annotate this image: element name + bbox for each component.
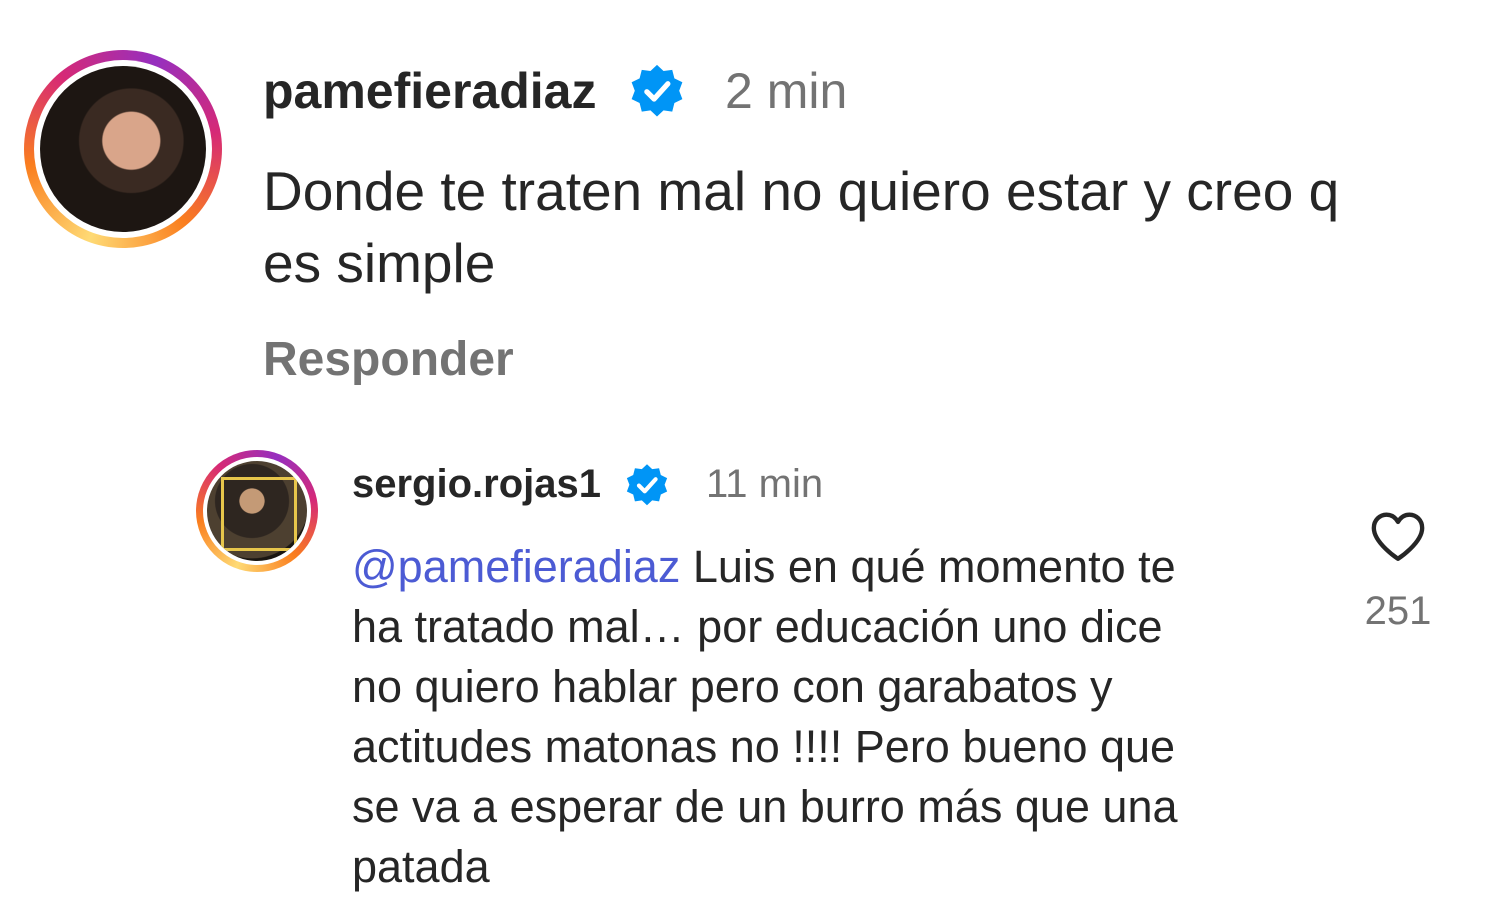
reply-text-line: actitudes matonas no !!!! Pero bueno que bbox=[352, 721, 1176, 772]
comment-text-line: es simple bbox=[263, 232, 496, 294]
comment-text-line: Donde te traten mal no quiero estar y cr… bbox=[263, 160, 1340, 222]
comment-pamefieradiaz: pamefieradiaz 2 min Donde te traten mal … bbox=[0, 0, 1500, 420]
reply-text-segment: Luis en qué momento te bbox=[680, 541, 1176, 592]
reply-text-line: ha tratado mal… por educación uno dice bbox=[352, 601, 1163, 652]
verified-badge-icon bbox=[626, 464, 668, 506]
like-count: 251 bbox=[1364, 589, 1432, 633]
reply-button[interactable]: Responder bbox=[263, 328, 514, 392]
heart-outline-icon[interactable] bbox=[1369, 510, 1427, 564]
reply-text-line: patada bbox=[352, 841, 490, 892]
avatar-frame-decoration bbox=[221, 477, 297, 551]
avatar-gap bbox=[34, 60, 212, 238]
reply-text-line: no quiero hablar pero con garabatos y bbox=[352, 661, 1113, 712]
comment-timestamp: 2 min bbox=[725, 63, 848, 119]
like-section: 251 bbox=[1358, 510, 1438, 636]
avatar-gap bbox=[203, 457, 311, 565]
comment-sergio-rojas1: sergio.rojas1 11 min @pamefieradiaz Luis… bbox=[0, 420, 1500, 900]
mention-link[interactable]: @pamefieradiaz bbox=[352, 541, 680, 592]
story-ring[interactable] bbox=[24, 50, 222, 248]
avatar[interactable] bbox=[207, 461, 307, 561]
reply-timestamp: 11 min bbox=[706, 462, 824, 506]
story-ring[interactable] bbox=[196, 450, 318, 572]
reply-text: @pamefieradiaz Luis en qué momento te ha… bbox=[352, 537, 1312, 897]
reply-text-line: @pamefieradiaz Luis en qué momento te bbox=[352, 537, 1312, 597]
avatar[interactable] bbox=[40, 66, 206, 232]
comment-text: Donde te traten mal no quiero estar y cr… bbox=[263, 155, 1339, 299]
reply-text-line: se va a esperar de un burro más que una bbox=[352, 781, 1178, 832]
verified-badge-icon bbox=[631, 64, 683, 117]
reply-username[interactable]: sergio.rojas1 bbox=[352, 458, 601, 510]
comment-username[interactable]: pamefieradiaz bbox=[263, 58, 596, 124]
